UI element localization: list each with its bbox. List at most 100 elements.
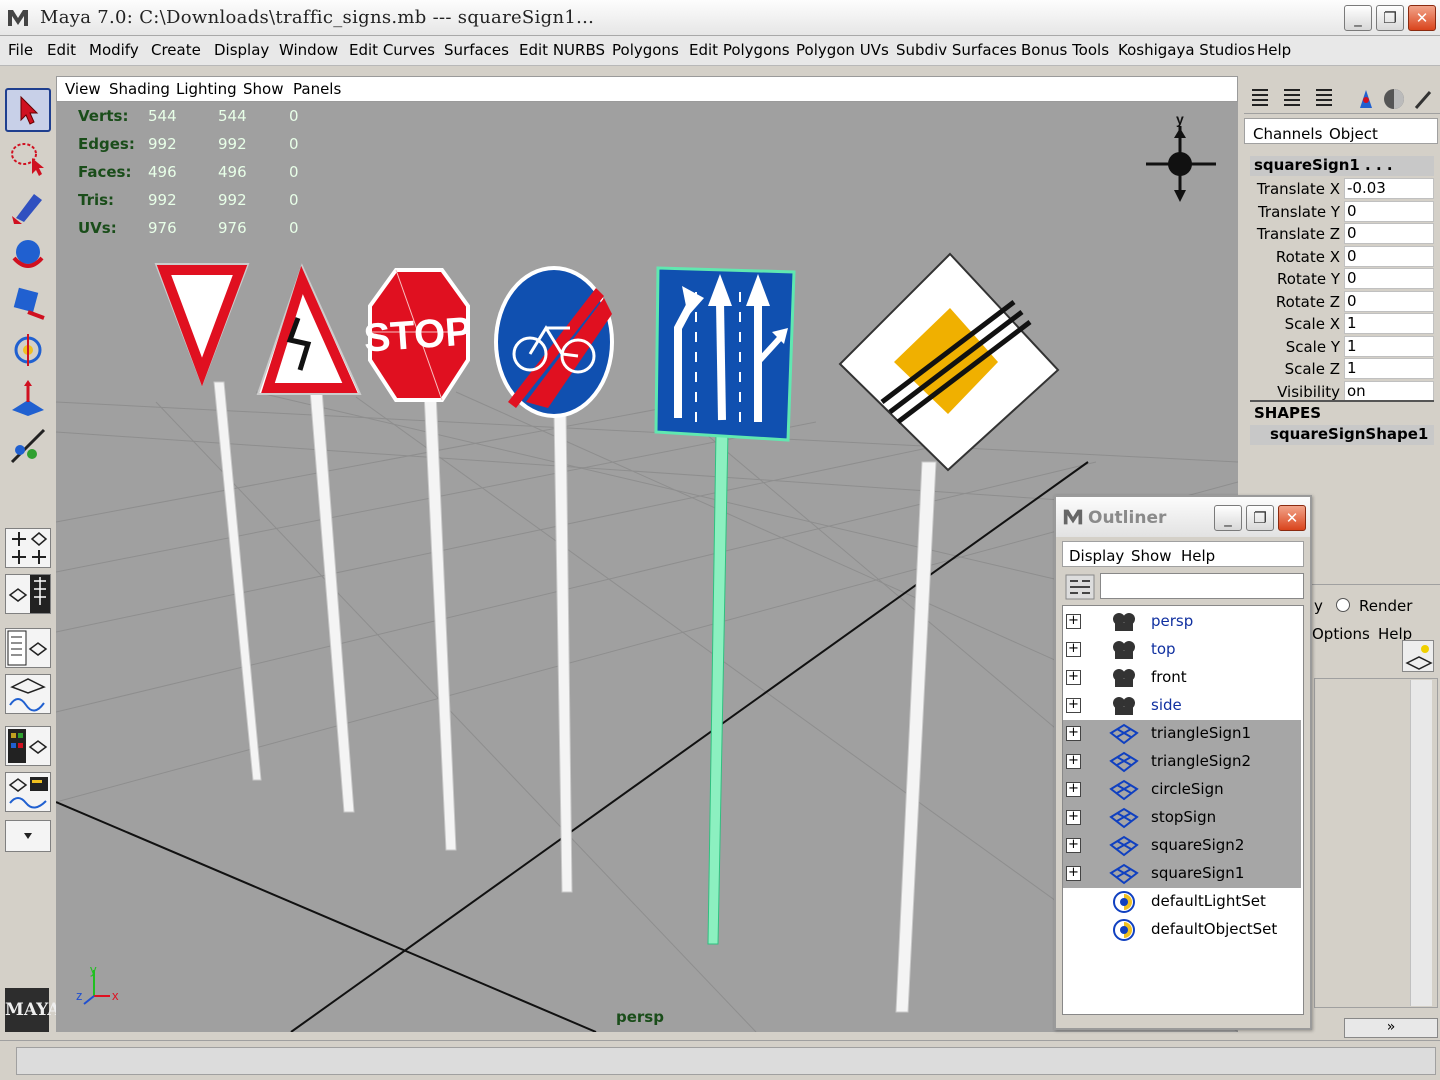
compass-y-label: y <box>1176 111 1184 127</box>
menu-edit[interactable]: Edit <box>47 41 76 59</box>
outliner-item-side[interactable]: + side <box>1063 692 1301 720</box>
outliner-item-stopsign[interactable]: + stopSign <box>1063 804 1301 832</box>
attr-translate-x-field[interactable]: -0.03 <box>1344 178 1434 199</box>
layout-outliner-persp-button[interactable] <box>5 628 51 668</box>
outliner-item-defaultobjectset[interactable]: defaultObjectSet <box>1063 916 1301 944</box>
layer-scrollbar[interactable] <box>1410 680 1432 1006</box>
last-tool[interactable] <box>5 424 51 468</box>
outliner-menu-show[interactable]: Show <box>1131 547 1171 565</box>
attr-translate-y-field[interactable]: 0 <box>1344 201 1434 222</box>
menu-help[interactable]: Help <box>1257 41 1291 59</box>
expand-icon[interactable]: + <box>1066 866 1081 881</box>
menu-edit-polygons[interactable]: Edit Polygons <box>689 41 790 59</box>
menu-edit-curves[interactable]: Edit Curves <box>349 41 435 59</box>
menu-modify[interactable]: Modify <box>89 41 139 59</box>
outliner-item-label: side <box>1151 696 1182 714</box>
attr-rotate-x-field[interactable]: 0 <box>1344 246 1434 267</box>
channel-box-toolbar-icons[interactable] <box>1248 86 1434 112</box>
outliner-item-squaresign2[interactable]: + squareSign2 <box>1063 832 1301 860</box>
layout-hypershade-button[interactable] <box>5 726 51 766</box>
outliner-minimize-button[interactable]: _ <box>1214 505 1242 531</box>
expand-icon[interactable]: + <box>1066 810 1081 825</box>
panel-menu-view[interactable]: View <box>65 80 101 98</box>
outliner-item-circlesign[interactable]: + circleSign <box>1063 776 1301 804</box>
paint-select-tool[interactable] <box>5 184 51 228</box>
expand-icon[interactable]: + <box>1066 670 1081 685</box>
menu-subdiv-surfaces[interactable]: Subdiv Surfaces <box>896 41 1017 59</box>
expand-icon[interactable]: + <box>1066 754 1081 769</box>
layout-graph-editor-button[interactable] <box>5 674 51 714</box>
menu-polygon-uvs[interactable]: Polygon UVs <box>796 41 889 59</box>
panel-menu-lighting[interactable]: Lighting <box>176 80 237 98</box>
outliner-close-button[interactable]: ✕ <box>1278 505 1306 531</box>
panel-menu-shading[interactable]: Shading <box>109 80 170 98</box>
scale-tool[interactable] <box>5 328 51 372</box>
command-line-input[interactable] <box>16 1047 1436 1075</box>
lasso-tool[interactable] <box>5 136 51 180</box>
manipulator-tool[interactable] <box>5 376 51 420</box>
menu-bonus-tools[interactable]: Bonus Tools <box>1021 41 1109 59</box>
attr-scale-z-field[interactable]: 1 <box>1344 358 1434 379</box>
outliner-item-front[interactable]: + front <box>1063 664 1301 692</box>
camera-icon <box>1113 641 1135 659</box>
layer-options-menu[interactable]: Options <box>1312 625 1370 643</box>
render-radio[interactable] <box>1336 598 1350 612</box>
expand-icon[interactable]: + <box>1066 726 1081 741</box>
outliner-filter-input[interactable] <box>1100 573 1304 599</box>
expand-icon[interactable]: + <box>1066 698 1081 713</box>
layout-four-panel-button[interactable] <box>5 528 51 568</box>
outliner-item-trianglesign2[interactable]: + triangleSign2 <box>1063 748 1301 776</box>
menu-surfaces[interactable]: Surfaces <box>444 41 509 59</box>
expand-icon[interactable]: + <box>1066 642 1081 657</box>
menu-file[interactable]: File <box>8 41 33 59</box>
tab-channels[interactable]: Channels <box>1253 125 1322 143</box>
attr-translate-z-field[interactable]: 0 <box>1344 223 1434 244</box>
layout-dropdown-button[interactable] <box>5 820 51 852</box>
object-name[interactable]: squareSign1 . . . <box>1250 156 1434 176</box>
menu-polygons[interactable]: Polygons <box>612 41 679 59</box>
attr-visibility-field[interactable]: on <box>1344 381 1434 402</box>
hud-verts-value: 544 <box>148 107 177 125</box>
menu-display[interactable]: Display <box>214 41 269 59</box>
outliner-item-defaultlightset[interactable]: defaultLightSet <box>1063 888 1301 916</box>
scroll-more-button[interactable]: » <box>1344 1018 1438 1038</box>
panel-menu-show[interactable]: Show <box>243 80 283 98</box>
outliner-filter-button[interactable] <box>1064 573 1096 601</box>
attr-scale-y-field[interactable]: 1 <box>1344 336 1434 357</box>
outliner-maximize-button[interactable]: ❐ <box>1246 505 1274 531</box>
expand-icon[interactable]: + <box>1066 614 1081 629</box>
minimize-button[interactable]: _ <box>1344 5 1372 31</box>
tab-object[interactable]: Object <box>1329 125 1378 143</box>
layer-render-label[interactable]: Render <box>1359 597 1412 615</box>
outliner-item-top[interactable]: + top <box>1063 636 1301 664</box>
attr-rotate-z-field[interactable]: 0 <box>1344 291 1434 312</box>
outliner-menu-help[interactable]: Help <box>1181 547 1215 565</box>
outliner-item-trianglesign1[interactable]: + triangleSign1 <box>1063 720 1301 748</box>
attr-rotate-y-field[interactable]: 0 <box>1344 268 1434 289</box>
move-tool[interactable] <box>5 232 51 276</box>
rotate-tool[interactable] <box>5 280 51 324</box>
panel-menu-panels[interactable]: Panels <box>293 80 341 98</box>
layout-persp-outliner-button[interactable] <box>5 574 51 614</box>
expand-icon[interactable]: + <box>1066 838 1081 853</box>
menu-koshigaya-studios[interactable]: Koshigaya Studios <box>1118 41 1255 59</box>
layout-trax-button[interactable] <box>5 772 51 812</box>
shape-name[interactable]: squareSignShape1 <box>1250 425 1434 445</box>
attr-scale-x-field[interactable]: 1 <box>1344 313 1434 334</box>
outliner-item-persp[interactable]: + persp <box>1063 608 1301 636</box>
outliner-menu-display[interactable]: Display <box>1069 547 1124 565</box>
layer-display-partial[interactable]: y <box>1314 597 1323 615</box>
persp-outliner-icon <box>8 575 50 613</box>
new-layer-button[interactable] <box>1402 640 1434 672</box>
select-tool[interactable] <box>5 88 51 132</box>
maya-app-icon[interactable] <box>6 6 30 30</box>
close-button[interactable]: ✕ <box>1408 5 1436 31</box>
outliner-item-squaresign1[interactable]: + squareSign1 <box>1063 860 1301 888</box>
hud-uvs-label: UVs: <box>78 219 117 237</box>
menu-edit-nurbs[interactable]: Edit NURBS <box>519 41 605 59</box>
expand-icon[interactable]: + <box>1066 782 1081 797</box>
menu-window[interactable]: Window <box>279 41 338 59</box>
maximize-button[interactable]: ❐ <box>1376 5 1404 31</box>
hypershade-icon <box>8 729 48 763</box>
menu-create[interactable]: Create <box>151 41 201 59</box>
